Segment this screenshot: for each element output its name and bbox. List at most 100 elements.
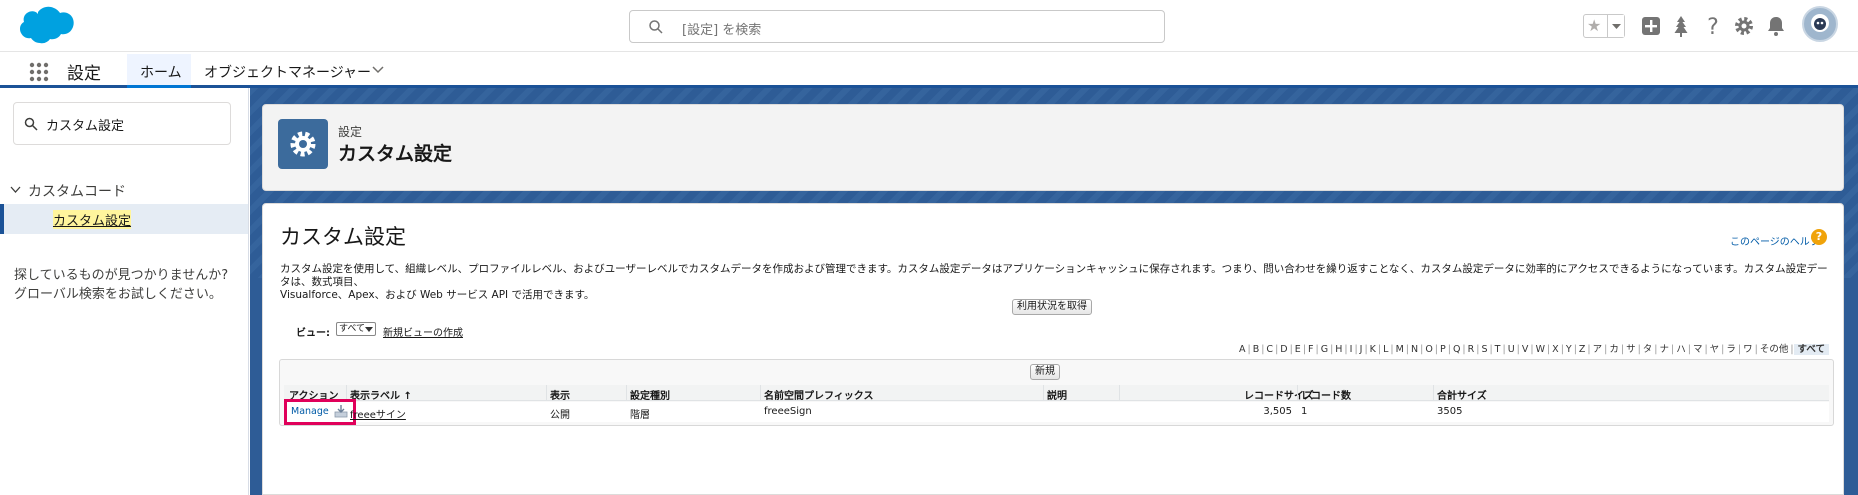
help-icon[interactable]: ? — [1699, 12, 1727, 40]
tree-section-custom-code[interactable]: カスタムコード — [28, 181, 126, 201]
alpha-filter-item[interactable]: Y — [1564, 344, 1574, 355]
col-namespace[interactable]: 名前空間プレフィックス — [764, 387, 874, 402]
chevron-down-icon[interactable] — [10, 186, 21, 194]
help-line-1: 探しているものが見つかりませんか? — [14, 268, 229, 283]
alpha-filter-item[interactable]: X — [1550, 344, 1561, 355]
alpha-filter-item[interactable]: サ — [1624, 344, 1638, 355]
alpha-filter-item[interactable]: A — [1237, 344, 1248, 355]
content-title: カスタム設定 — [280, 225, 406, 249]
alpha-filter-item[interactable]: T — [1493, 344, 1503, 355]
favorites-button[interactable]: ★ — [1583, 14, 1625, 38]
app-nav-bar: 設定 ホーム オブジェクトマネージャー — [0, 52, 1858, 88]
col-description[interactable]: 説明 — [1047, 387, 1067, 402]
alpha-filter-item[interactable]: E — [1293, 344, 1303, 355]
user-avatar[interactable] — [1802, 6, 1838, 42]
cell-total-size: 3505 — [1437, 406, 1463, 417]
cell-setting-type: 階層 — [630, 410, 650, 421]
alpha-filter-item[interactable]: Z — [1577, 344, 1588, 355]
tab-object-manager[interactable]: オブジェクトマネージャー — [204, 62, 371, 82]
alpha-filter-item[interactable]: H — [1333, 344, 1344, 355]
alpha-filter-item[interactable]: カ — [1607, 344, 1621, 355]
alpha-filter-item[interactable]: M — [1394, 344, 1406, 355]
tree-item-custom-settings[interactable]: カスタム設定 — [0, 204, 248, 234]
alpha-filter-item[interactable]: B — [1251, 344, 1262, 355]
cell-namespace: freeeSign — [764, 406, 812, 417]
custom-settings-list: 新規 アクション 表示ラベル ↑ 表示 設定種別 名前空間プレフィックス 説明 … — [279, 359, 1834, 426]
cell-visibility: 公開 — [550, 410, 570, 421]
view-select[interactable]: すべて — [336, 322, 376, 336]
alpha-filter-item[interactable]: K — [1368, 344, 1378, 355]
alpha-filter-item[interactable]: G — [1319, 344, 1330, 355]
alpha-filter-item[interactable]: W — [1534, 344, 1547, 355]
chevron-down-icon — [1612, 24, 1621, 29]
alpha-filter-item[interactable]: U — [1506, 344, 1517, 355]
alpha-filter-item[interactable]: V — [1520, 344, 1531, 355]
global-search-input[interactable]: [設定] を検索 — [629, 10, 1165, 43]
search-placeholder: [設定] を検索 — [682, 23, 762, 38]
alpha-filter-item[interactable]: ハ — [1674, 344, 1688, 355]
app-launcher-icon[interactable] — [29, 62, 49, 82]
alpha-filter-item[interactable]: L — [1381, 344, 1390, 355]
setting-label-link[interactable]: freeeサイン — [350, 406, 406, 421]
alpha-filter-item[interactable]: ナ — [1658, 344, 1672, 355]
tab-home[interactable]: ホーム — [127, 54, 191, 88]
app-name: 設定 — [67, 64, 101, 84]
alpha-filter-item[interactable]: ラ — [1724, 344, 1738, 355]
col-setting-type[interactable]: 設定種別 — [630, 387, 670, 402]
alpha-filter-item[interactable]: S — [1479, 344, 1489, 355]
salesforce-cloud-logo[interactable] — [14, 6, 74, 48]
alpha-filter-item[interactable]: Q — [1451, 344, 1462, 355]
tab-home-label: ホーム — [140, 65, 182, 81]
quick-find-value: カスタム設定 — [46, 119, 125, 134]
alpha-filter-item[interactable]: P — [1438, 344, 1448, 355]
new-button[interactable]: 新規 — [1030, 364, 1060, 380]
astro-avatar-icon — [1811, 14, 1829, 32]
alpha-filter-item[interactable]: タ — [1641, 344, 1655, 355]
tree-item-label: カスタム設定 — [53, 210, 132, 229]
notification-bell-icon[interactable] — [1762, 12, 1790, 40]
alpha-filter-item[interactable]: その他 — [1758, 344, 1791, 355]
quick-find-input[interactable]: カスタム設定 — [13, 102, 231, 145]
alphabet-filter: A | B | C | D | E | F | G | H | I | J | K | L | M | N | O | P | Q | R | S | T |… — [1237, 341, 1829, 355]
alpha-filter-item[interactable]: マ — [1691, 344, 1705, 355]
table-header-row: アクション 表示ラベル ↑ 表示 設定種別 名前空間プレフィックス 説明 レコー… — [284, 385, 1829, 402]
alpha-filter-item[interactable]: ワ — [1741, 344, 1755, 355]
chevron-down-icon[interactable] — [372, 66, 384, 74]
table-row: Manage freeeサイン 公開 階層 freeeSign 3,505 1 … — [284, 399, 1829, 425]
help-question-icon[interactable]: ? — [1811, 229, 1827, 245]
description: カスタム設定を使用して、組織レベル、プロファイルレベル、およびユーザーレベルでカ… — [280, 263, 1830, 302]
alpha-filter-item[interactable]: ア — [1591, 344, 1605, 355]
content-panel: カスタム設定 このページのヘルプ ? カスタム設定を使用して、組織レベル、プロフ… — [262, 203, 1844, 495]
col-total-size[interactable]: 合計サイズ — [1437, 387, 1487, 402]
view-selected-value: すべて — [339, 324, 366, 334]
col-label[interactable]: 表示ラベル ↑ — [350, 387, 412, 402]
alpha-filter-item[interactable]: ヤ — [1708, 344, 1722, 355]
main-area: 設定 カスタム設定 カスタム設定 このページのヘルプ ? カスタム設定を使用して… — [250, 88, 1858, 495]
breadcrumb[interactable]: 設定 — [338, 123, 362, 140]
col-record-count[interactable]: レコード数 — [1301, 387, 1351, 402]
favorites-star-icon[interactable]: ★ — [1587, 17, 1601, 35]
alpha-filter-item[interactable]: R — [1466, 344, 1477, 355]
svg-text:?: ? — [1707, 15, 1719, 40]
help-link[interactable]: このページのヘルプ — [1730, 233, 1820, 248]
get-usage-button[interactable]: 利用状況を取得 — [1012, 299, 1092, 315]
download-icon[interactable] — [334, 404, 348, 418]
alpha-filter-all[interactable]: すべて — [1793, 344, 1829, 355]
view-label: ビュー: — [296, 328, 330, 339]
col-record-size[interactable]: レコードサイズ — [1244, 387, 1314, 402]
alpha-filter-item[interactable]: O — [1423, 344, 1434, 355]
manage-link[interactable]: Manage — [291, 406, 329, 417]
create-new-view-link[interactable]: 新規ビューの作成 — [383, 324, 463, 339]
favorites-dropdown[interactable] — [1607, 15, 1624, 37]
alpha-filter-item[interactable]: D — [1278, 344, 1289, 355]
add-icon[interactable] — [1637, 12, 1665, 40]
alpha-filter-item[interactable]: C — [1264, 344, 1275, 355]
alpha-filter-item[interactable]: N — [1409, 344, 1420, 355]
col-visibility[interactable]: 表示 — [550, 387, 570, 402]
search-icon — [649, 20, 663, 34]
page-header: 設定 カスタム設定 — [262, 104, 1844, 191]
trailhead-icon[interactable] — [1667, 12, 1695, 40]
setup-gear-icon[interactable] — [1730, 12, 1758, 40]
page-title: カスタム設定 — [338, 143, 453, 165]
setup-gear-icon — [278, 119, 328, 169]
